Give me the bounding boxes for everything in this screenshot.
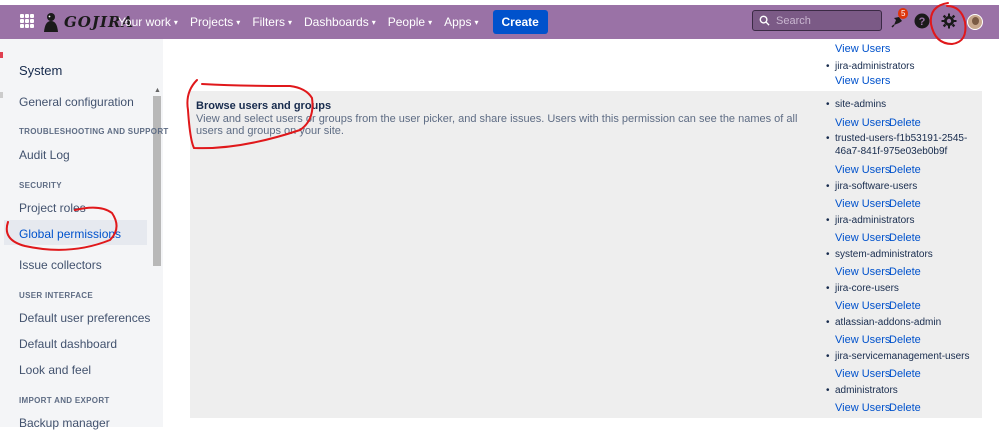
main-nav: Your work ▾ Projects ▾ Filters ▾ Dashboards…: [112, 5, 548, 39]
view-users-link[interactable]: View Users: [835, 300, 890, 312]
group-name-text: trusted-users-f1b53191-2545-46a7-841f-97…: [835, 133, 968, 157]
sidebar-heading-user-interface: USER INTERFACE: [19, 291, 93, 300]
sidebar-heading-troubleshooting: TROUBLESHOOTING AND SUPPORT: [19, 127, 169, 136]
sidebar-item-general-configuration[interactable]: General configuration: [19, 95, 134, 109]
view-users-link[interactable]: View Users: [835, 75, 890, 87]
group-name: administrators: [826, 384, 971, 397]
left-edge-marks: [0, 52, 3, 98]
delete-link[interactable]: Delete: [889, 164, 921, 176]
avatar[interactable]: [967, 14, 983, 30]
nav-your-work-label: Your work: [118, 15, 171, 29]
group-name: jira-software-users: [826, 180, 971, 193]
group-name-text: jira-core-users: [835, 283, 899, 294]
sidebar-item-global-permissions-label: Global permissions: [19, 227, 122, 241]
chevron-down-icon: ▾: [371, 17, 376, 27]
sidebar-title: System: [19, 63, 63, 78]
nav-apps-label: Apps: [444, 15, 472, 29]
notifications-button[interactable]: 5: [889, 8, 909, 30]
view-users-link[interactable]: View Users: [835, 402, 890, 414]
help-icon: ?: [914, 13, 930, 29]
sidebar-item-backup-manager[interactable]: Backup manager: [19, 416, 110, 430]
settings-button[interactable]: [940, 12, 958, 30]
group-name-text: system-administrators: [835, 249, 933, 260]
group-name: jira-administrators: [826, 60, 971, 73]
chevron-down-icon: ▾: [474, 17, 479, 27]
chevron-down-icon: ▾: [173, 17, 178, 27]
view-users-link[interactable]: View Users: [835, 43, 890, 55]
delete-link[interactable]: Delete: [889, 334, 921, 346]
delete-link[interactable]: Delete: [889, 402, 921, 414]
group-name-text: jira-administrators: [835, 61, 915, 72]
sidebar-item-issue-collectors[interactable]: Issue collectors: [19, 258, 102, 272]
search-input[interactable]: [776, 14, 876, 27]
nav-filters-label: Filters: [252, 15, 285, 29]
group-name-text: jira-administrators: [835, 215, 915, 226]
view-users-link[interactable]: View Users: [835, 164, 890, 176]
sidebar-item-look-and-feel[interactable]: Look and feel: [19, 363, 91, 377]
group-name: system-administrators: [826, 248, 971, 261]
view-users-link[interactable]: View Users: [835, 232, 890, 244]
nav-your-work[interactable]: Your work ▾: [112, 5, 184, 39]
group-name: atlassian-addons-admin: [826, 316, 971, 329]
group-name: jira-administrators: [826, 214, 971, 227]
top-navigation-bar: GOJIRA Your work ▾ Projects ▾ Filters ▾ Das…: [0, 5, 999, 39]
search-icon: [759, 15, 770, 26]
settings-icon: [941, 13, 957, 29]
view-users-link[interactable]: View Users: [835, 198, 890, 210]
permission-title: Browse users and groups: [196, 100, 332, 112]
sidebar-scrollbar[interactable]: [153, 96, 161, 266]
nav-people-label: People: [387, 15, 426, 29]
delete-link[interactable]: Delete: [889, 232, 921, 244]
group-name-text: administrators: [835, 385, 898, 396]
sidebar-item-default-user-preferences[interactable]: Default user preferences: [19, 311, 150, 325]
search-box[interactable]: [752, 10, 882, 31]
delete-link[interactable]: Delete: [889, 266, 921, 278]
sidebar-heading-security: SECURITY: [19, 181, 62, 190]
delete-link[interactable]: Delete: [889, 368, 921, 380]
logo-monster-icon: [44, 13, 58, 32]
group-name: jira-servicemanagement-users: [826, 350, 971, 363]
apps-grid-icon[interactable]: [20, 14, 34, 28]
chevron-down-icon: ▾: [428, 17, 433, 27]
nav-projects-label: Projects: [189, 15, 234, 29]
scroll-up-icon[interactable]: ▲: [154, 87, 161, 94]
view-users-link[interactable]: View Users: [835, 117, 890, 129]
nav-dashboards[interactable]: Dashboards ▾: [298, 5, 382, 39]
chevron-down-icon: ▾: [236, 17, 241, 27]
view-users-link[interactable]: View Users: [835, 334, 890, 346]
delete-link[interactable]: Delete: [889, 117, 921, 129]
group-name-text: atlassian-addons-admin: [835, 317, 942, 328]
chevron-down-icon: ▾: [287, 17, 292, 27]
nav-people[interactable]: People ▾: [382, 5, 438, 39]
group-name-text: site-admins: [835, 99, 887, 110]
delete-link[interactable]: Delete: [889, 300, 921, 312]
nav-dashboards-label: Dashboards: [304, 15, 369, 29]
help-button[interactable]: ?: [913, 12, 931, 30]
group-name-text: jira-software-users: [835, 181, 918, 192]
delete-link[interactable]: Delete: [889, 198, 921, 210]
sidebar-item-project-roles[interactable]: Project roles: [19, 201, 86, 215]
svg-text:?: ?: [919, 16, 926, 28]
create-button[interactable]: Create: [492, 10, 548, 34]
group-name-text: jira-servicemanagement-users: [835, 351, 970, 362]
group-name: jira-core-users: [826, 282, 971, 295]
group-name: trusted-users-f1b53191-2545-46a7-841f-97…: [826, 132, 971, 158]
sidebar-item-default-dashboard[interactable]: Default dashboard: [19, 337, 117, 351]
permission-description: View and select users or groups from the…: [196, 113, 798, 137]
notifications-badge: 5: [898, 8, 909, 19]
view-users-link[interactable]: View Users: [835, 266, 890, 278]
nav-apps[interactable]: Apps ▾: [438, 5, 484, 39]
group-name: site-admins: [826, 98, 971, 111]
sidebar-heading-import-export: IMPORT AND EXPORT: [19, 396, 110, 405]
nav-filters[interactable]: Filters ▾: [246, 5, 298, 39]
sidebar-item-audit-log[interactable]: Audit Log: [19, 148, 70, 162]
nav-projects[interactable]: Projects ▾: [184, 5, 246, 39]
view-users-link[interactable]: View Users: [835, 368, 890, 380]
